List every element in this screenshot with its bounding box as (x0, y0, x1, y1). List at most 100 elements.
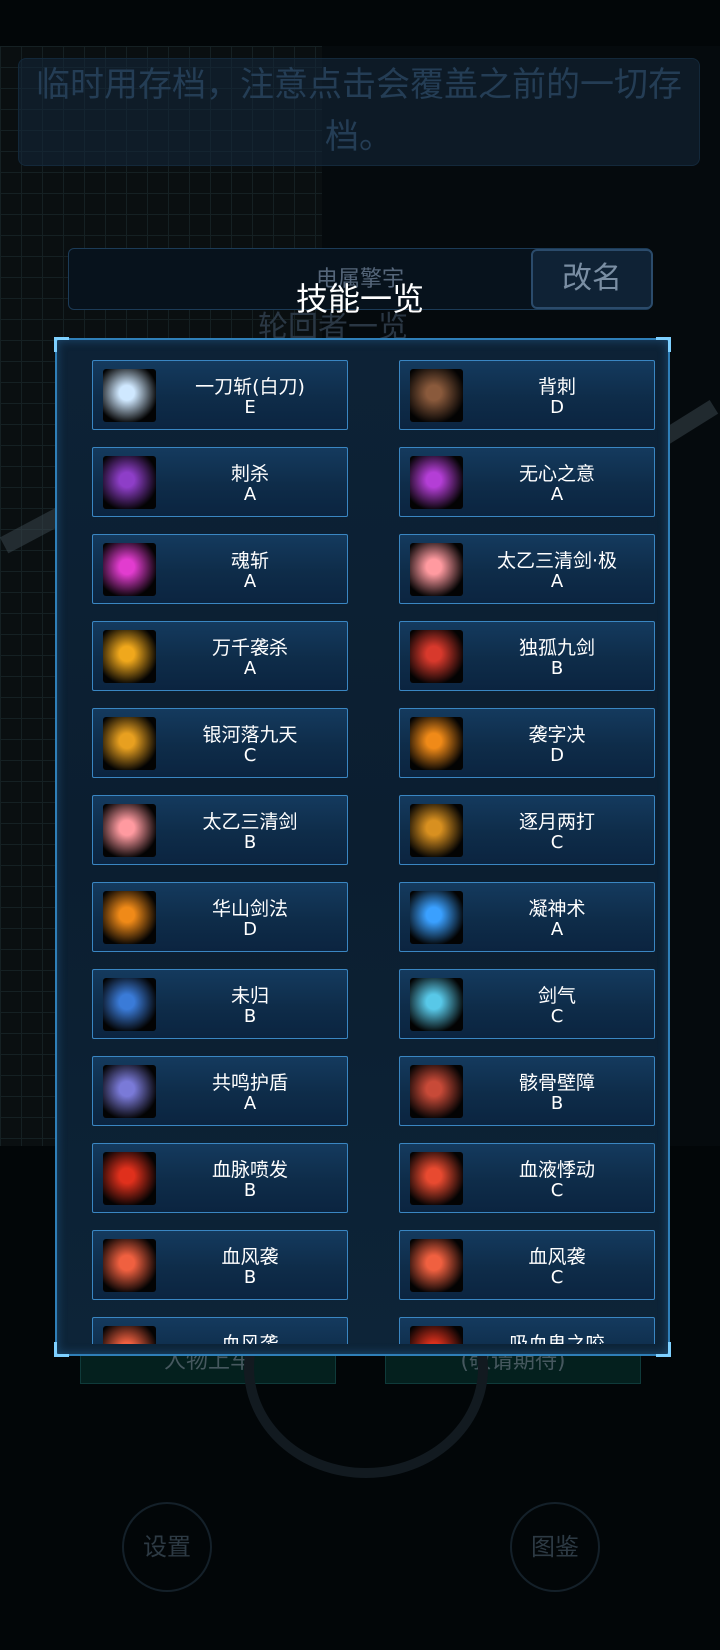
skill-grade: B (550, 1093, 564, 1114)
blood-wind-icon (410, 1239, 463, 1292)
skill-name: 未归 (230, 985, 269, 1007)
skill-card[interactable]: 华山剑法 D (92, 882, 348, 952)
skill-list-panel: 一刀斩(白刀) E 背刺 D 刺杀 A 无心之意 A 魂斩 A 太乙三清剑·极 A 万千袭杀 A 独孤九剑 B… (54, 337, 671, 1357)
skill-card[interactable]: 一刀斩(白刀) E (92, 360, 348, 430)
skill-list-scroll[interactable]: 一刀斩(白刀) E 背刺 D 刺杀 A 无心之意 A 魂斩 A 太乙三清剑·极 A 万千袭杀 A 独孤九剑 B… (57, 340, 668, 1344)
skill-name: 血液悸动 (518, 1159, 595, 1181)
skill-card[interactable]: 太乙三清剑 B (92, 795, 348, 865)
skill-name: 血风袭 (221, 1333, 279, 1344)
huashan-sword-icon (103, 891, 156, 944)
settings-button[interactable]: 设置 (122, 1502, 212, 1592)
skill-grade: B (243, 832, 257, 853)
save-notice: 临时用存档，注意点击会覆盖之前的一切存档。 (18, 58, 700, 166)
skill-card[interactable]: 血风袭 (92, 1317, 348, 1344)
skill-card[interactable]: 共鸣护盾 A (92, 1056, 348, 1126)
skill-name: 吸血鬼之咬 (509, 1333, 605, 1344)
raid-art-icon (410, 717, 463, 770)
heartless-icon (410, 456, 463, 509)
skill-name: 背刺 (537, 376, 576, 398)
moon-chase-icon (410, 804, 463, 857)
skill-grade: A (243, 571, 257, 592)
skill-grade: C (243, 745, 257, 766)
skill-grade: A (243, 1093, 257, 1114)
skill-card[interactable]: 血风袭 C (399, 1230, 655, 1300)
soul-slash-icon (103, 543, 156, 596)
skill-grade: B (550, 658, 564, 679)
skill-grade: B (243, 1006, 257, 1027)
skill-name: 万千袭杀 (211, 637, 288, 659)
assassinate-icon (103, 456, 156, 509)
white-slash-icon (103, 369, 156, 422)
skill-card[interactable]: 银河落九天 C (92, 708, 348, 778)
skill-name: 华山剑法 (211, 898, 288, 920)
skill-grade: B (243, 1267, 257, 1288)
skill-grade: C (550, 832, 564, 853)
skill-grade: B (243, 1180, 257, 1201)
skill-grade: E (244, 397, 256, 418)
skill-grade: A (550, 919, 564, 940)
taiyi-sword-ultimate-icon (410, 543, 463, 596)
skill-name: 太乙三清剑 (202, 811, 298, 833)
skill-card[interactable]: 未归 B (92, 969, 348, 1039)
taiyi-sword-icon (103, 804, 156, 857)
skill-name: 银河落九天 (202, 724, 298, 746)
skill-grade: D (550, 397, 564, 418)
skill-grid: 一刀斩(白刀) E 背刺 D 刺杀 A 无心之意 A 魂斩 A 太乙三清剑·极 A 万千袭杀 A 独孤九剑 B… (92, 360, 655, 1344)
skill-card[interactable]: 吸血鬼之咬 (399, 1317, 655, 1344)
skill-name: 共鸣护盾 (211, 1072, 288, 1094)
myriad-strike-icon (103, 630, 156, 683)
skill-name: 逐月两打 (518, 811, 595, 833)
blood-burst-icon (103, 1152, 156, 1205)
skill-name: 血风袭 (528, 1246, 586, 1268)
skill-card[interactable]: 血脉喷发 B (92, 1143, 348, 1213)
skill-list-title: 技能一览 (295, 280, 424, 318)
skill-grade: A (243, 658, 257, 679)
skill-card[interactable]: 独孤九剑 B (399, 621, 655, 691)
skill-grade: A (550, 571, 564, 592)
blood-pulse-icon (410, 1152, 463, 1205)
skill-name: 刺杀 (230, 463, 269, 485)
galaxy-fall-icon (103, 717, 156, 770)
panel-corner (54, 1342, 69, 1357)
panel-corner (656, 1342, 671, 1357)
skill-grade: D (550, 745, 564, 766)
vampire-bite-icon (410, 1326, 463, 1344)
blood-wind-icon (103, 1326, 156, 1344)
skill-card[interactable]: 逐月两打 C (399, 795, 655, 865)
skill-card[interactable]: 魂斩 A (92, 534, 348, 604)
bone-barrier-icon (410, 1065, 463, 1118)
skill-name: 血脉喷发 (211, 1159, 288, 1181)
dugu-sword-icon (410, 630, 463, 683)
skill-card[interactable]: 无心之意 A (399, 447, 655, 517)
skill-name: 袭字决 (528, 724, 586, 746)
skill-card[interactable]: 太乙三清剑·极 A (399, 534, 655, 604)
focus-spell-icon (410, 891, 463, 944)
skill-grade: C (550, 1006, 564, 1027)
skill-name: 太乙三清剑·极 (496, 550, 618, 572)
skill-grade: A (243, 484, 257, 505)
skill-card[interactable]: 凝神术 A (399, 882, 655, 952)
skill-card[interactable]: 袭字决 D (399, 708, 655, 778)
skill-grade: D (243, 919, 257, 940)
skill-card[interactable]: 骸骨壁障 B (399, 1056, 655, 1126)
blood-wind-icon (103, 1239, 156, 1292)
skill-card[interactable]: 血风袭 B (92, 1230, 348, 1300)
skill-card[interactable]: 背刺 D (399, 360, 655, 430)
sword-qi-icon (410, 978, 463, 1031)
catalog-button[interactable]: 图鉴 (510, 1502, 600, 1592)
skill-grade: C (550, 1180, 564, 1201)
skill-name: 魂斩 (230, 550, 269, 572)
skill-name: 骸骨壁障 (518, 1072, 595, 1094)
skill-grade: A (550, 484, 564, 505)
skill-name: 血风袭 (221, 1246, 279, 1268)
skill-card[interactable]: 血液悸动 C (399, 1143, 655, 1213)
no-return-icon (103, 978, 156, 1031)
skill-grade: C (550, 1267, 564, 1288)
backstab-icon (410, 369, 463, 422)
skill-name: 凝神术 (528, 898, 586, 920)
skill-card[interactable]: 剑气 C (399, 969, 655, 1039)
skill-name: 一刀斩(白刀) (195, 376, 305, 398)
skill-card[interactable]: 刺杀 A (92, 447, 348, 517)
skill-name: 剑气 (537, 985, 576, 1007)
skill-card[interactable]: 万千袭杀 A (92, 621, 348, 691)
